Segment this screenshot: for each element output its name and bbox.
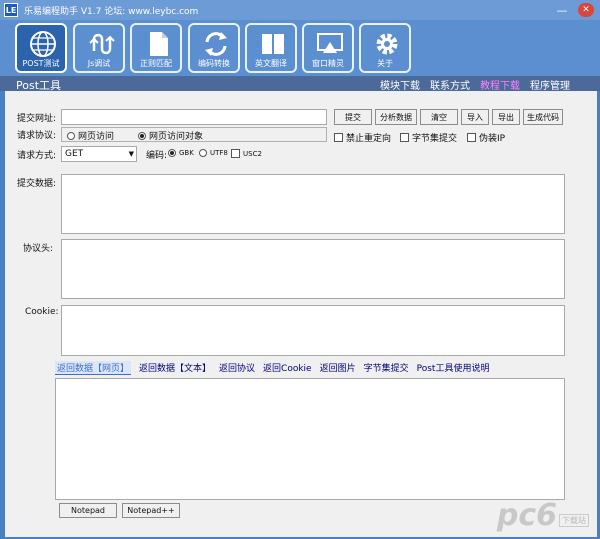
tool-label: 正则匹配 bbox=[140, 59, 172, 68]
submit-button[interactable]: 提交 bbox=[334, 109, 372, 125]
radio-label: GBK bbox=[179, 149, 194, 157]
protocol-label: 请求协议: bbox=[17, 131, 57, 141]
main-panel: 提交网址: 提交 分析数据 清空 导入 导出 生成代码 请求协议: 网页访问 网… bbox=[5, 91, 597, 537]
main-toolbar: POST测试 Js调试 正则匹配 编码转换 英文翻译 窗口精灵 关于 bbox=[0, 20, 600, 76]
url-label: 提交网址: bbox=[17, 114, 57, 124]
radio-label: 网页访问 bbox=[78, 132, 115, 142]
checkbox-icon bbox=[467, 133, 476, 142]
title-bar: LE 乐易编程助手 V1.7 论坛: www.leybc.com — ✕ bbox=[0, 0, 600, 20]
checkbox-icon bbox=[334, 133, 343, 142]
close-button[interactable]: ✕ bbox=[578, 3, 594, 17]
encoding-check-usc2[interactable]: USC2 bbox=[231, 149, 262, 158]
radio-icon bbox=[138, 131, 146, 140]
tool-translate[interactable]: 英文翻译 bbox=[245, 23, 297, 73]
radio-icon bbox=[67, 131, 75, 140]
section-bar: Post工具 模块下载 联系方式 教程下载 程序管理 bbox=[0, 76, 600, 92]
byte-submit-checkbox[interactable]: 字节集提交 bbox=[400, 131, 457, 144]
checkbox-icon bbox=[231, 149, 240, 158]
protocol-radio-web[interactable]: 网页访问 bbox=[67, 129, 114, 142]
book-icon bbox=[262, 34, 284, 54]
method-value: GET bbox=[65, 149, 84, 159]
tab-byte-submit[interactable]: 字节集提交 bbox=[364, 361, 409, 375]
tab-usage-help[interactable]: Post工具使用说明 bbox=[417, 361, 490, 375]
tool-label: Js调试 bbox=[87, 59, 111, 68]
export-button[interactable]: 导出 bbox=[492, 109, 520, 125]
refresh-icon bbox=[205, 32, 227, 56]
monitor-icon bbox=[317, 33, 343, 53]
chevron-down-icon: ▼ bbox=[128, 150, 134, 158]
tab-return-text[interactable]: 返回数据【文本】 bbox=[139, 361, 211, 375]
radio-icon bbox=[199, 149, 207, 157]
tab-return-cookie[interactable]: 返回Cookie bbox=[263, 361, 312, 375]
radio-icon bbox=[168, 149, 176, 157]
checkbox-label: USC2 bbox=[243, 149, 262, 158]
top-nav: 模块下载 联系方式 教程下载 程序管理 bbox=[380, 77, 570, 92]
radio-label: UTF8 bbox=[210, 149, 228, 157]
tab-return-image[interactable]: 返回图片 bbox=[320, 361, 356, 375]
fake-ip-checkbox[interactable]: 伪装IP bbox=[467, 131, 505, 144]
cookie-textarea[interactable] bbox=[61, 305, 565, 356]
checkbox-icon bbox=[400, 133, 409, 142]
post-data-textarea[interactable] bbox=[61, 174, 565, 234]
checkbox-label: 禁止重定向 bbox=[346, 134, 392, 144]
header-textarea[interactable] bbox=[61, 239, 565, 299]
method-label: 请求方式: bbox=[17, 151, 57, 161]
generate-code-button[interactable]: 生成代码 bbox=[523, 109, 563, 125]
url-input[interactable] bbox=[61, 109, 327, 125]
tool-js-debug[interactable]: Js调试 bbox=[73, 23, 125, 73]
tool-about[interactable]: 关于 bbox=[359, 23, 411, 73]
nav-module-download[interactable]: 模块下载 bbox=[380, 77, 420, 92]
method-select[interactable]: GET ▼ bbox=[61, 146, 137, 162]
tool-label: 英文翻译 bbox=[255, 59, 287, 68]
download-badge: 下载站 bbox=[559, 514, 589, 527]
header-label: 协议头: bbox=[23, 244, 54, 254]
notepadpp-button[interactable]: Notepad++ bbox=[122, 503, 180, 518]
globe-icon bbox=[30, 31, 56, 57]
result-textarea[interactable] bbox=[55, 378, 565, 500]
tool-label: 窗口精灵 bbox=[312, 59, 344, 68]
no-redirect-checkbox[interactable]: 禁止重定向 bbox=[334, 131, 391, 144]
tool-window-spy[interactable]: 窗口精灵 bbox=[302, 23, 354, 73]
encoding-label: 编码: bbox=[146, 151, 168, 161]
window-title: 乐易编程助手 V1.7 论坛: www.leybc.com bbox=[24, 6, 199, 17]
notepad-button[interactable]: Notepad bbox=[59, 503, 117, 518]
js-debug-icon bbox=[89, 33, 115, 55]
nav-tutorial-download[interactable]: 教程下载 bbox=[480, 77, 520, 92]
encoding-radio-gbk[interactable]: GBK bbox=[168, 149, 194, 157]
protocol-radio-web-object[interactable]: 网页访问对象 bbox=[138, 129, 203, 142]
clear-button[interactable]: 清空 bbox=[420, 109, 458, 125]
nav-contact[interactable]: 联系方式 bbox=[430, 77, 470, 92]
radio-label: 网页访问对象 bbox=[149, 132, 204, 142]
encoding-radio-utf8[interactable]: UTF8 bbox=[199, 149, 228, 157]
brand-text: pc6 bbox=[496, 498, 557, 533]
checkbox-label: 字节集提交 bbox=[412, 134, 458, 144]
tool-label: 编码转换 bbox=[198, 59, 230, 68]
result-tabs: 返回数据【网页】 返回数据【文本】 返回协议 返回Cookie 返回图片 字节集… bbox=[55, 361, 489, 375]
checkbox-label: 伪装IP bbox=[479, 134, 506, 144]
tab-return-protocol[interactable]: 返回协议 bbox=[219, 361, 255, 375]
tool-encoding[interactable]: 编码转换 bbox=[188, 23, 240, 73]
tool-regex[interactable]: 正则匹配 bbox=[130, 23, 182, 73]
tab-return-web[interactable]: 返回数据【网页】 bbox=[55, 361, 132, 375]
watermark-logo: pc6 下载站 bbox=[497, 501, 589, 531]
tool-label: POST测试 bbox=[22, 59, 60, 68]
minimize-button[interactable]: — bbox=[554, 3, 570, 17]
tool-post-test[interactable]: POST测试 bbox=[15, 23, 67, 73]
analyze-button[interactable]: 分析数据 bbox=[375, 109, 417, 125]
cookie-label: Cookie: bbox=[25, 307, 59, 317]
nav-program-manage[interactable]: 程序管理 bbox=[530, 77, 570, 92]
gear-icon bbox=[376, 33, 398, 55]
import-button[interactable]: 导入 bbox=[461, 109, 489, 125]
post-data-label: 提交数据: bbox=[17, 179, 57, 189]
document-icon bbox=[150, 32, 168, 56]
app-logo-icon: LE bbox=[4, 3, 18, 17]
tool-label: 关于 bbox=[377, 59, 393, 68]
